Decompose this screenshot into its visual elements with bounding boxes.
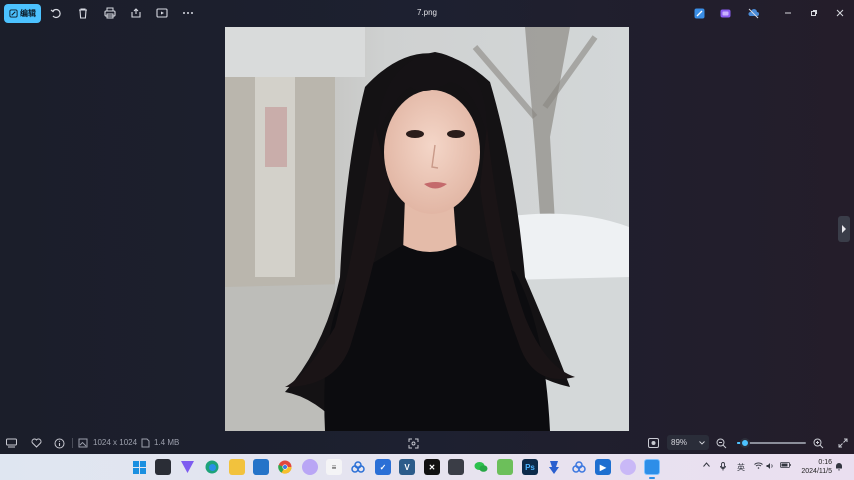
onedrive-off-icon[interactable] — [745, 5, 761, 21]
wifi-icon[interactable] — [754, 462, 763, 469]
chrome-icon[interactable] — [277, 459, 293, 475]
photoshop-icon[interactable]: Ps — [522, 459, 538, 475]
file-explorer-icon[interactable] — [229, 459, 245, 475]
microphone-icon[interactable] — [719, 462, 727, 471]
designer-app-icon[interactable] — [691, 5, 707, 21]
vpn-client-icon[interactable]: V — [399, 459, 415, 475]
actual-size-icon[interactable] — [646, 436, 660, 450]
copilot-icon[interactable] — [302, 459, 318, 475]
clock-date: 2024/11/5 — [801, 468, 832, 475]
info-icon[interactable] — [52, 436, 66, 450]
close-icon — [836, 9, 844, 17]
image-dimensions: 1024 x 1024 — [93, 438, 138, 447]
file-size: 1.4 MB — [154, 438, 180, 447]
zoom-level-value: 89% — [671, 438, 688, 447]
chevron-down-icon — [699, 440, 705, 445]
minimize-icon — [785, 12, 791, 14]
zoom-slider-thumb[interactable] — [740, 438, 751, 448]
image-size-icon — [76, 436, 90, 450]
vpn-app-icon[interactable] — [179, 459, 195, 475]
zoom-level-dropdown[interactable]: 89% — [667, 435, 709, 450]
quark-app-icon[interactable] — [350, 459, 366, 475]
status-bar: 1024 x 1024 1.4 MB 89% — [0, 431, 854, 454]
zoom-out-icon[interactable] — [714, 436, 728, 450]
notification-bell-icon[interactable] — [834, 462, 844, 471]
favorite-heart-icon[interactable] — [29, 436, 43, 450]
clock-time: 0:16 — [818, 459, 832, 466]
active-app-indicator — [649, 477, 655, 479]
file-size-icon — [138, 436, 152, 450]
edge-browser-icon[interactable] — [204, 459, 220, 475]
volume-icon[interactable] — [766, 462, 775, 470]
next-image-button[interactable] — [838, 216, 850, 242]
zoom-in-icon[interactable] — [811, 436, 825, 450]
filmstrip-toggle-icon[interactable] — [4, 436, 18, 450]
notepad-icon[interactable]: ≡ — [326, 459, 342, 475]
top-toolbar: 编辑 7.png — [0, 0, 854, 27]
windows-taskbar: ≡ ✓ V ✕ Ps ▶ 英 0:16 2024/11/5 — [0, 454, 854, 480]
restore-icon — [811, 10, 817, 16]
photo-image — [225, 27, 629, 431]
pinned-app-icon[interactable] — [546, 459, 562, 475]
photos-app-icon[interactable] — [644, 459, 660, 475]
minimize-button[interactable] — [780, 6, 796, 20]
ai-assistant-icon[interactable] — [620, 459, 636, 475]
fullscreen-icon[interactable] — [836, 436, 850, 450]
wechat-icon[interactable] — [473, 459, 489, 475]
terminal-app-icon[interactable] — [448, 459, 464, 475]
media-player-icon[interactable]: ▶ — [595, 459, 611, 475]
taskbar-clock[interactable]: 0:16 2024/11/5 — [796, 458, 832, 476]
capcut-icon[interactable]: ✕ — [424, 459, 440, 475]
quark-browser-icon[interactable] — [571, 459, 587, 475]
close-button[interactable] — [832, 6, 848, 20]
start-button[interactable] — [131, 459, 147, 475]
input-method-indicator[interactable]: 英 — [735, 462, 747, 473]
lark-app-icon[interactable]: ✓ — [375, 459, 391, 475]
photos-app-window: 编辑 7.png 1024 x 1024 1.4 MB 89% — [0, 0, 854, 454]
chevron-right-icon — [842, 225, 846, 233]
windows-logo-icon — [132, 460, 146, 474]
clipchamp-icon[interactable] — [717, 5, 733, 21]
task-view-icon[interactable] — [155, 459, 171, 475]
tray-overflow-chevron-icon[interactable] — [702, 462, 710, 467]
battery-icon[interactable] — [779, 462, 791, 468]
fit-to-window-icon[interactable] — [406, 436, 420, 450]
image-viewer-app-icon[interactable] — [497, 459, 513, 475]
store-app-icon[interactable] — [253, 459, 269, 475]
maximize-button[interactable] — [806, 6, 822, 20]
status-divider — [72, 438, 73, 448]
